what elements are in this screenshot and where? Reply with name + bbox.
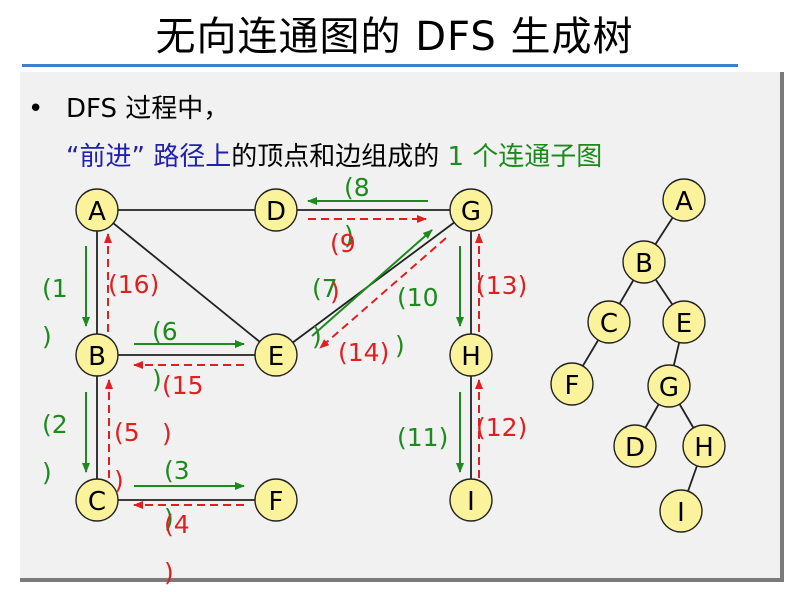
svg-text:B: B <box>635 249 653 279</box>
svg-text:E: E <box>268 342 284 372</box>
step-label-7-close: ) <box>312 322 322 351</box>
tree-node-i: I <box>659 489 703 533</box>
step-label-2-close: ) <box>42 458 52 487</box>
step-label-13: (13) <box>476 271 527 300</box>
tree-node-b: B <box>622 240 666 284</box>
graph-node-a: A <box>75 188 119 232</box>
svg-text:I: I <box>467 487 475 517</box>
graph-node-i: I <box>449 478 493 522</box>
tree-node-a: A <box>662 178 706 222</box>
svg-text:B: B <box>88 342 106 372</box>
step-label-8: (8 <box>344 173 370 202</box>
svg-text:C: C <box>88 487 106 517</box>
tree-node-c: C <box>587 300 631 344</box>
step-label-10-close: ) <box>395 331 405 360</box>
graph-node-c: C <box>75 478 119 522</box>
svg-text:H: H <box>694 433 714 463</box>
svg-text:H: H <box>461 342 481 372</box>
step-label-5: (5 <box>114 418 140 447</box>
step-label-1: (1 <box>42 274 68 303</box>
tree-node-f: F <box>550 362 594 406</box>
step-label-14: (14) <box>338 338 389 367</box>
svg-text:I: I <box>677 498 685 528</box>
step-label-16: (16) <box>108 270 159 299</box>
step-label-9: (9 <box>330 229 356 258</box>
svg-text:F: F <box>565 371 580 401</box>
step-label-5-close: ) <box>114 466 124 495</box>
step-label-12: (12) <box>476 413 527 442</box>
svg-text:G: G <box>659 373 679 403</box>
tree-node-e: E <box>662 300 706 344</box>
step-label-9-close: ) <box>330 277 340 306</box>
step-label-10: (10 <box>397 283 439 312</box>
graph-node-b: B <box>75 333 119 377</box>
step-label-6: (6 <box>152 317 178 346</box>
svg-text:E: E <box>676 309 692 339</box>
step-label-4: (4 <box>164 510 190 539</box>
svg-text:D: D <box>266 197 286 227</box>
svg-text:A: A <box>675 187 693 217</box>
graph-node-d: D <box>254 188 298 232</box>
step-label-6-close: ) <box>152 365 162 394</box>
svg-text:A: A <box>88 197 106 227</box>
step-label-1-close: ) <box>42 322 52 351</box>
graph-node-h: H <box>449 333 493 377</box>
graph-node-e: E <box>254 333 298 377</box>
svg-text:C: C <box>600 309 618 339</box>
svg-text:G: G <box>461 197 481 227</box>
step-label-3: (3 <box>164 456 190 485</box>
graph-node-f: F <box>254 478 298 522</box>
svg-text:D: D <box>625 433 645 463</box>
graph-node-g: G <box>449 188 493 232</box>
tree-node-d: D <box>613 424 657 468</box>
step-label-4-close: ) <box>164 558 174 587</box>
step-label-2: (2 <box>42 410 68 439</box>
svg-text:F: F <box>269 487 284 517</box>
tree-node-h: H <box>682 424 726 468</box>
step-label-11: (11) <box>397 423 448 452</box>
step-label-15: (15 <box>162 371 204 400</box>
dfs-diagram: A D G B E H C F I (1 ) (16) (2 ) (5 ) (3… <box>42 173 726 587</box>
step-label-15-close: ) <box>162 419 172 448</box>
tree-node-g: G <box>647 364 691 408</box>
